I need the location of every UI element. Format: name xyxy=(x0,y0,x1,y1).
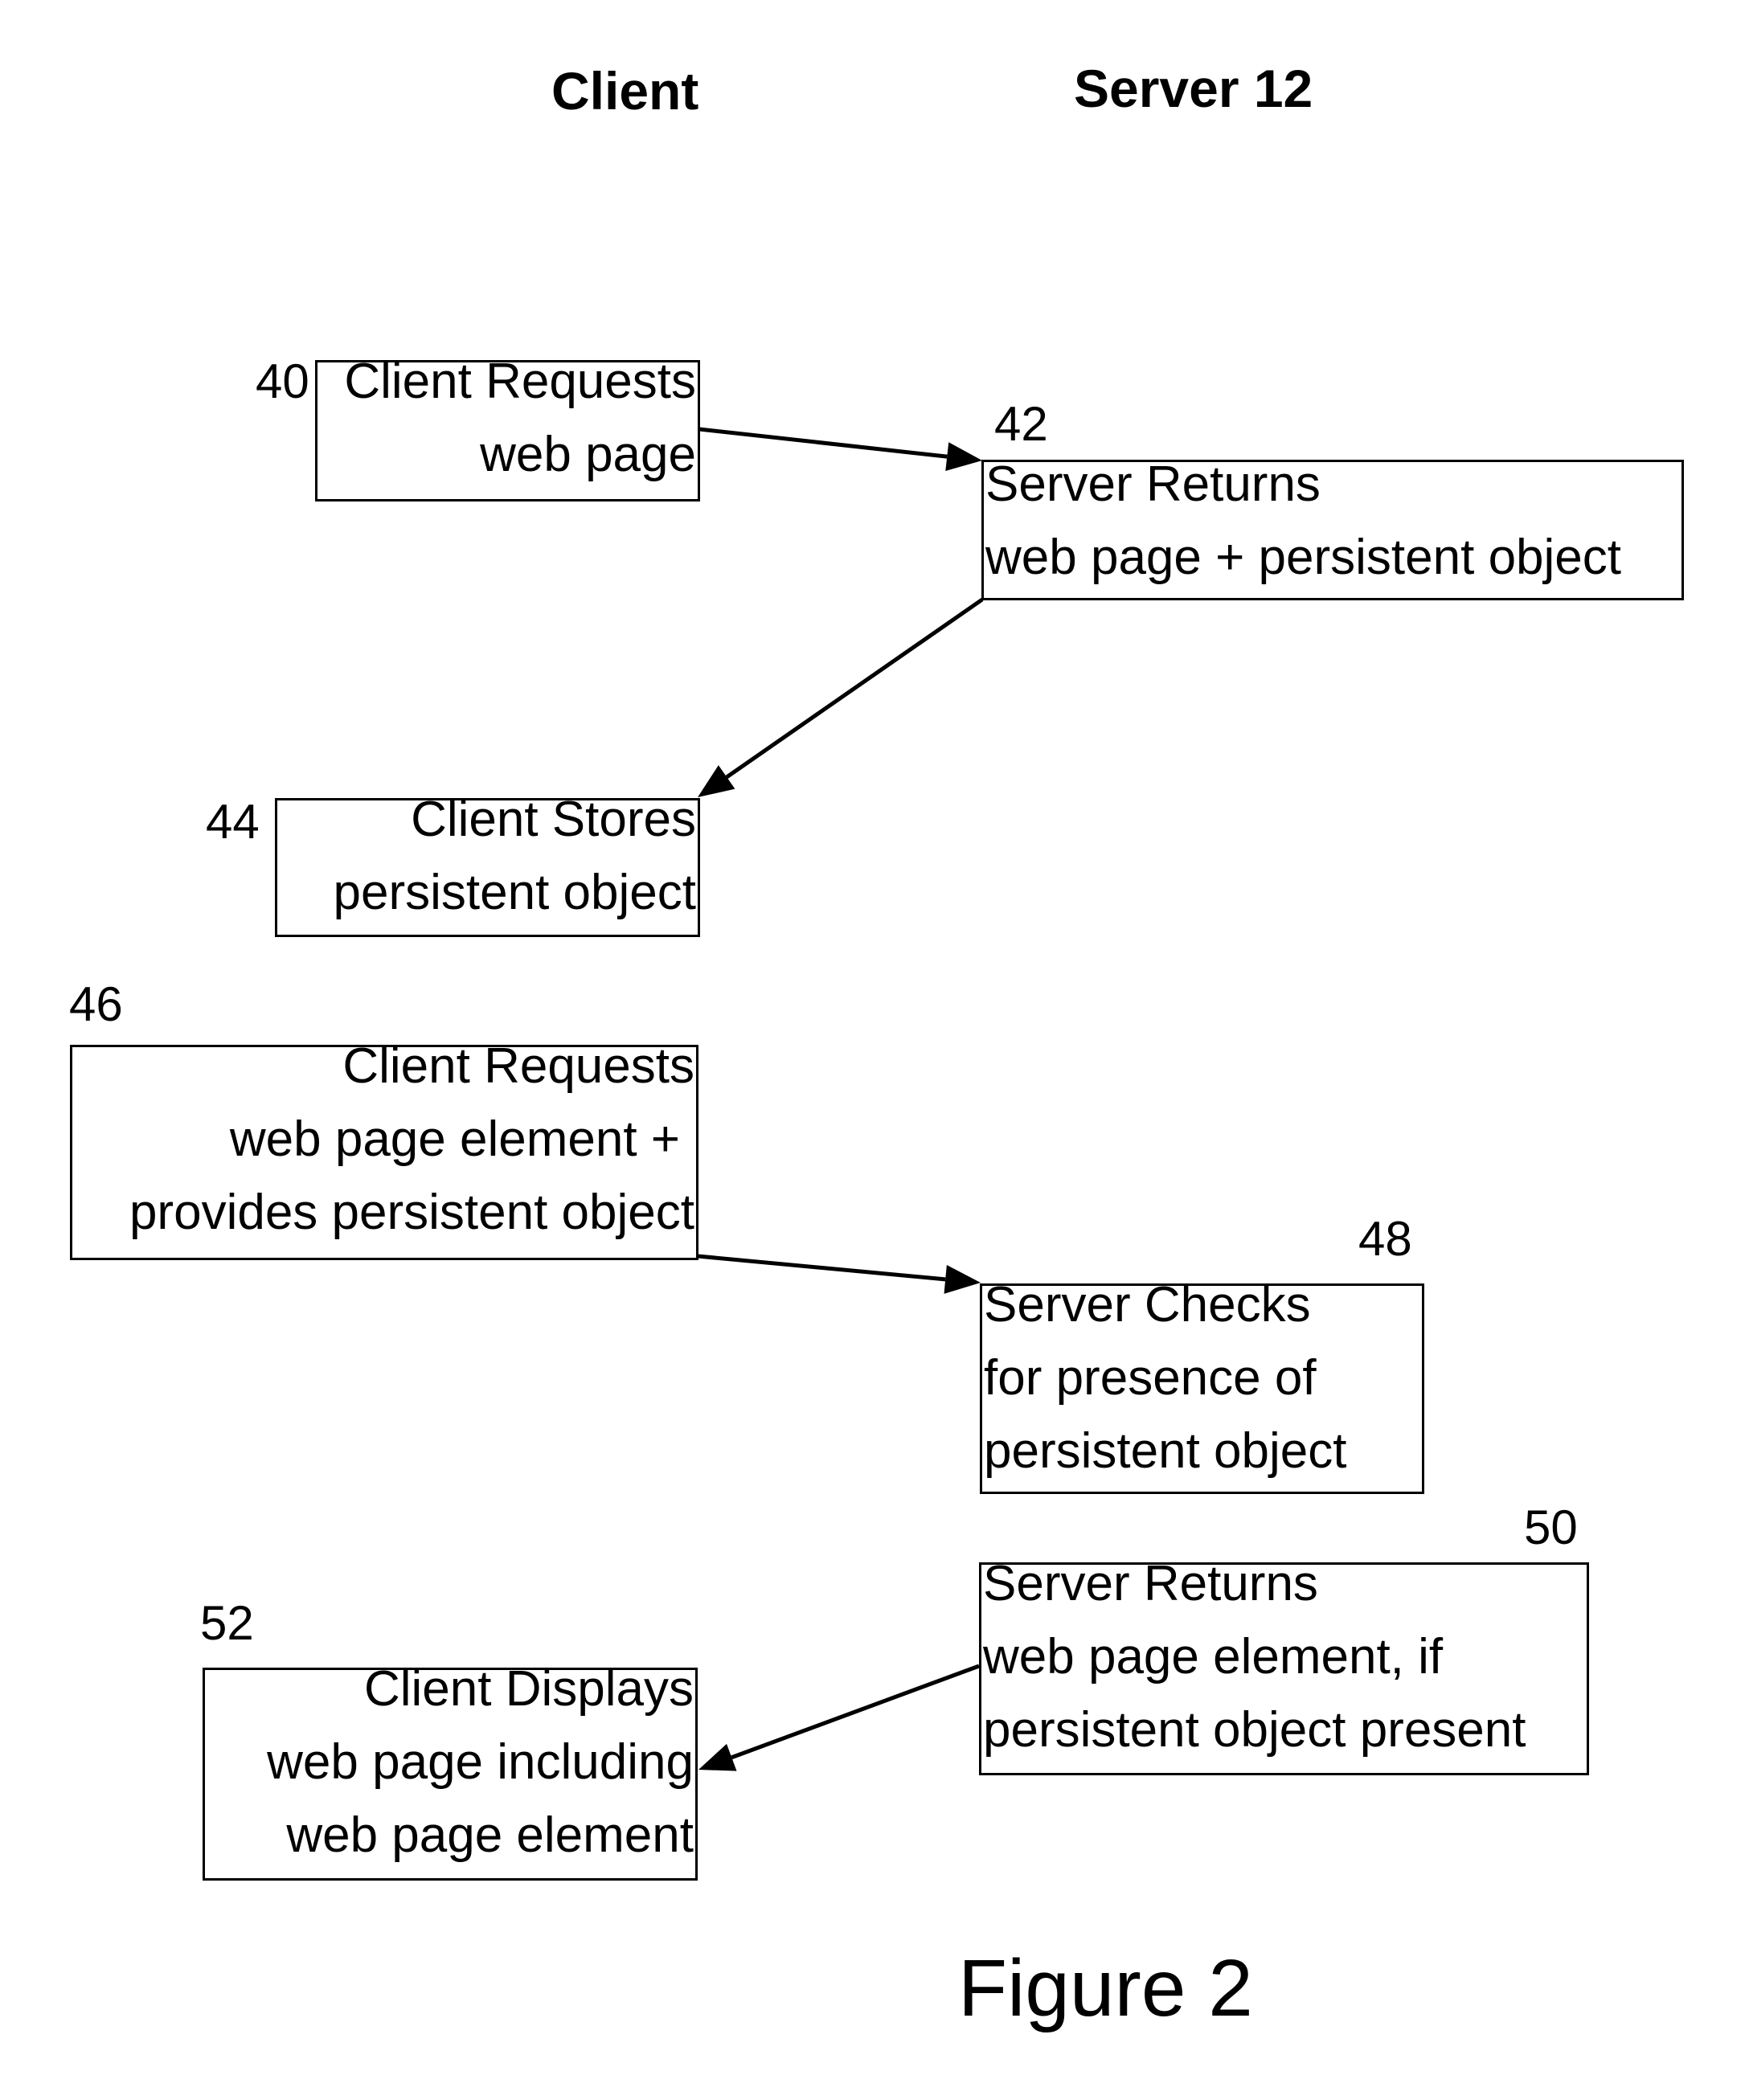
step-text-42-line-2: web page + persistent object xyxy=(985,530,1622,585)
step-ref-50: 50 xyxy=(1524,1500,1578,1554)
step-text-44-line-2: persistent object xyxy=(333,865,696,920)
step-box-server-returns-web-page-element: Server Returns web page element, if pers… xyxy=(979,1556,1589,1775)
step-ref-44: 44 xyxy=(206,795,260,849)
step-text-50-line-2: web page element, if xyxy=(983,1629,1444,1685)
step-ref-46: 46 xyxy=(69,977,123,1031)
step-text-52-line-3: web page element xyxy=(286,1807,694,1863)
step-ref-42-label: 42 xyxy=(994,397,1048,451)
step-text-46-line-3: provides persistent object xyxy=(129,1185,694,1240)
arrow-line-42-to-44 xyxy=(725,597,984,779)
figure-label: Figure 2 xyxy=(958,1943,1253,2033)
step-text-48-line-2: for presence of xyxy=(984,1350,1317,1406)
step-box-client-stores-persistent-object: Client Stores persistent object xyxy=(275,792,700,937)
step-box-server-returns-web-page: Server Returns web page + persistent obj… xyxy=(981,456,1684,600)
arrowhead-icon-46-to-48 xyxy=(944,1264,981,1294)
step-text-48-line-3: persistent object xyxy=(984,1423,1347,1479)
step-ref-40: 40 xyxy=(256,354,309,408)
arrowhead-icon-42-to-44 xyxy=(698,765,735,797)
step-ref-52: 52 xyxy=(200,1596,254,1650)
step-box-server-checks-persistent-object: Server Checks for presence of persistent… xyxy=(980,1277,1424,1494)
step-text-52-line-2: web page including xyxy=(267,1734,694,1790)
step-text-52-line-1: Client Displays xyxy=(363,1661,694,1717)
step-text-46-line-2: web page element + xyxy=(229,1111,680,1167)
step-box-client-requests-web-page: Client Requests web page xyxy=(315,354,700,501)
step-text-46-line-1: Client Requests xyxy=(342,1038,694,1094)
arrowhead-icon-40-to-42 xyxy=(945,442,982,472)
step-text-44-line-1: Client Stores xyxy=(411,792,696,847)
step-text-42-line-1: Server Returns xyxy=(985,456,1321,512)
step-box-client-requests-web-page-element: Client Requests web page element + provi… xyxy=(70,1038,698,1260)
arrow-line-50-to-52 xyxy=(731,1664,980,1760)
step-ref-48: 48 xyxy=(1358,1212,1412,1266)
step-text-48-line-1: Server Checks xyxy=(984,1277,1311,1332)
step-text-50-line-3: persistent object present xyxy=(983,1702,1526,1758)
arrow-line-46-to-48 xyxy=(697,1254,946,1282)
step-text-50-line-1: Server Returns xyxy=(983,1556,1318,1611)
arrow-line-40-to-42 xyxy=(698,427,948,459)
arrowhead-icon-50-to-52 xyxy=(698,1743,737,1771)
step-box-client-displays-web-page: Client Displays web page including web p… xyxy=(203,1661,698,1881)
step-text-40-line-2: web page xyxy=(480,427,696,482)
step-text-40-line-1: Client Requests xyxy=(344,354,696,409)
